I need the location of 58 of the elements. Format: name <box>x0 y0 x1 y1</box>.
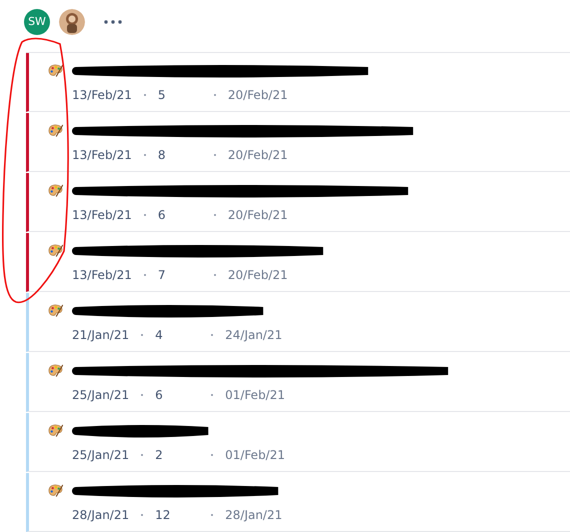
created-date: 13/Feb/21 <box>72 208 132 222</box>
palette-icon <box>48 243 63 258</box>
count: 7 <box>158 268 167 282</box>
created-date: 25/Jan/21 <box>72 388 130 402</box>
separator-dot <box>214 154 216 156</box>
issue-row[interactable]: 25/Jan/21 6 01/Feb/21 <box>26 353 570 412</box>
due-date: 20/Feb/21 <box>228 268 288 282</box>
count: 4 <box>155 328 164 342</box>
separator-dot <box>211 454 214 456</box>
separator-dot <box>211 514 214 516</box>
created-date: 13/Feb/21 <box>72 268 132 282</box>
issue-row[interactable]: 25/Jan/21 2 01/Feb/21 <box>26 413 570 472</box>
separator-dot <box>214 214 216 216</box>
created-date: 13/Feb/21 <box>72 148 132 162</box>
separator-dot <box>144 154 146 156</box>
separator-dot <box>144 214 146 216</box>
count: 5 <box>158 88 167 102</box>
separator-dot <box>141 514 144 516</box>
count: 6 <box>155 388 164 402</box>
separator-dot <box>141 454 144 456</box>
issue-row[interactable]: 13/Feb/21 5 20/Feb/21 <box>26 53 570 112</box>
created-date: 25/Jan/21 <box>72 448 130 462</box>
created-date: 13/Feb/21 <box>72 88 132 102</box>
palette-icon <box>48 303 63 318</box>
issue-row[interactable]: 13/Feb/21 7 20/Feb/21 <box>26 233 570 292</box>
separator-dot <box>211 394 214 396</box>
separator-dot <box>144 94 146 96</box>
due-date: 20/Feb/21 <box>228 88 288 102</box>
due-date: 28/Jan/21 <box>225 508 282 522</box>
due-date: 01/Feb/21 <box>225 388 285 402</box>
count: 12 <box>155 508 172 522</box>
issue-row[interactable]: 13/Feb/21 8 20/Feb/21 <box>26 113 570 172</box>
due-date: 20/Feb/21 <box>228 148 288 162</box>
separator-dot <box>211 334 214 336</box>
separator-dot <box>144 274 146 276</box>
separator-dot <box>214 94 216 96</box>
separator-dot <box>214 274 216 276</box>
created-date: 21/Jan/21 <box>72 328 130 342</box>
palette-icon <box>48 483 63 498</box>
palette-icon <box>48 423 63 438</box>
palette-icon <box>48 183 63 198</box>
due-date: 24/Jan/21 <box>225 328 282 342</box>
created-date: 28/Jan/21 <box>72 508 130 522</box>
palette-icon <box>48 363 63 378</box>
separator-dot <box>141 334 144 336</box>
count: 2 <box>155 448 164 462</box>
count: 8 <box>158 148 167 162</box>
more-icon[interactable] <box>104 20 122 24</box>
due-date: 20/Feb/21 <box>228 208 288 222</box>
palette-icon <box>48 63 63 78</box>
issue-row[interactable]: 13/Feb/21 6 20/Feb/21 <box>26 173 570 232</box>
issue-row[interactable]: 21/Jan/21 4 24/Jan/21 <box>26 293 570 352</box>
palette-icon <box>48 123 63 138</box>
separator-dot <box>141 394 144 396</box>
due-date: 01/Feb/21 <box>225 448 285 462</box>
issue-row[interactable]: 28/Jan/21 12 28/Jan/21 <box>26 473 570 532</box>
user-avatar[interactable]: SW <box>24 8 50 34</box>
count: 6 <box>158 208 167 222</box>
